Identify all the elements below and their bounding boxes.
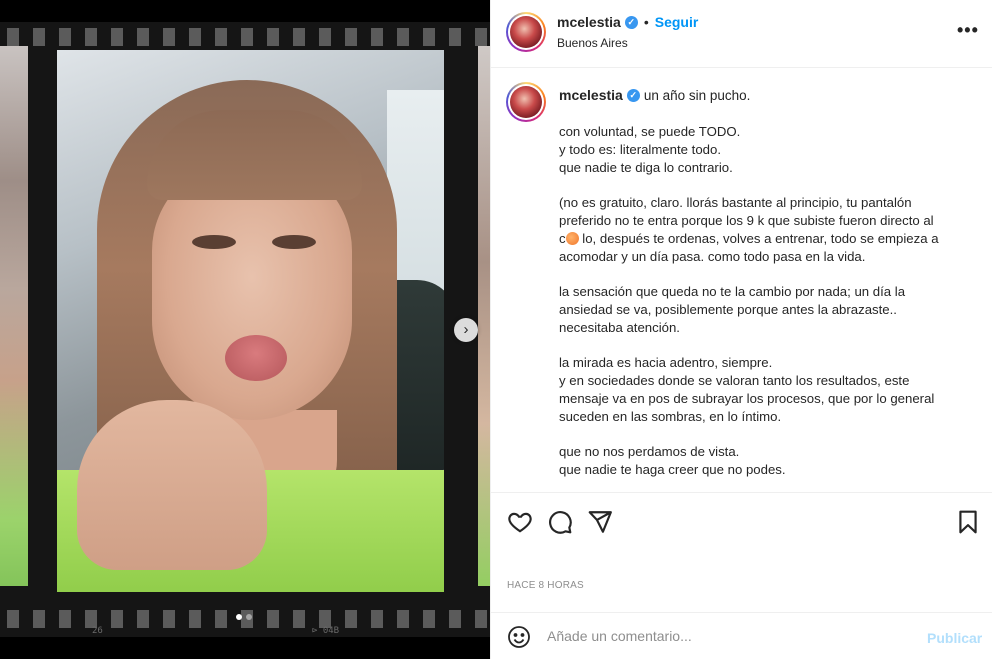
header-username[interactable]: mcelestia [557,14,621,30]
peach-emoji-icon [565,232,579,245]
post-header: mcelestia ✓ • Seguir Buenos Aires ••• [491,0,992,68]
caption-first-line: un año sin pucho. [643,87,751,103]
film-mark-left: 26 [92,626,103,636]
heart-icon[interactable] [507,509,533,535]
caption-paragraph: que no nos perdamos de vista. que nadie … [559,444,786,477]
avatar[interactable] [506,12,546,52]
post-timestamp[interactable]: HACE 8 HORAS [507,580,584,591]
post-photo [57,50,444,592]
caption-paragraph: (no es gratuito, claro. llorás bastante … [559,195,939,264]
caption-body: con voluntad, se puede TODO. y todo es: … [559,123,969,492]
publish-button[interactable]: Publicar [927,630,982,646]
follow-button[interactable]: Seguir [655,14,699,30]
adjacent-photo-right [478,46,490,586]
carousel-indicator [236,614,252,620]
comment-bar: Publicar [491,612,992,659]
carousel-next-button[interactable]: › [454,318,478,342]
film-sprockets-top [0,28,490,46]
film-mark-right: ⊳ 04B [312,626,340,636]
caption-paragraph: con voluntad, se puede TODO. y todo es: … [559,124,741,175]
carousel-dot-active [236,614,242,620]
caption-avatar[interactable] [506,82,546,122]
verified-badge-icon: ✓ [624,15,638,29]
caption-username[interactable]: mcelestia [559,87,623,103]
post-media[interactable]: 26 ⊳ 04B › [0,0,490,659]
comment-icon[interactable] [547,509,573,535]
verified-badge-icon: ✓ [626,88,640,102]
action-bar [491,492,992,550]
caption-paragraph: la sensación que queda no te la cambio p… [559,284,906,335]
adjacent-photo-left [0,46,28,586]
bookmark-icon[interactable] [955,509,981,535]
share-icon[interactable] [587,509,613,535]
more-icon[interactable]: ••• [957,20,979,41]
caption-area: mcelestia ✓ un año sin pucho. con volunt… [491,68,992,492]
separator-dot: • [643,14,649,30]
carousel-dot [246,614,252,620]
post-details-panel: mcelestia ✓ • Seguir Buenos Aires ••• mc… [490,0,992,659]
caption-paragraph: la mirada es hacia adentro, siempre. y e… [559,355,935,424]
location-link[interactable]: Buenos Aires [557,36,628,50]
emoji-icon[interactable] [507,625,531,649]
chevron-right-icon: › [463,321,469,338]
comment-input[interactable] [547,626,887,646]
